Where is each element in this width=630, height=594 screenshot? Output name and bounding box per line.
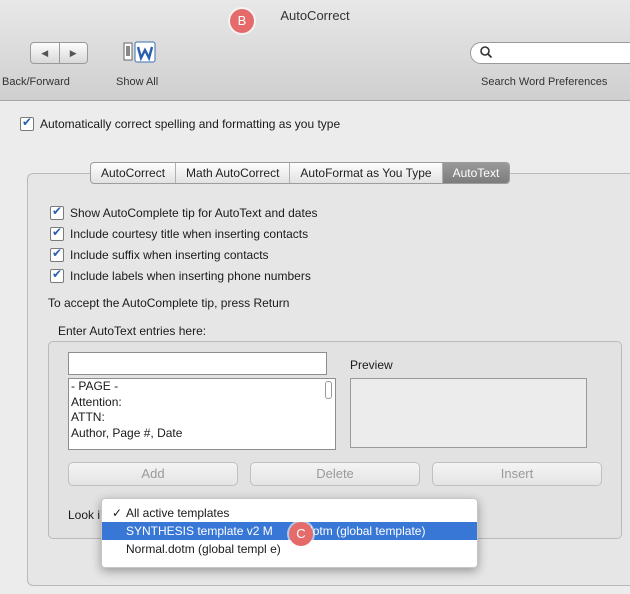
option-label: Show AutoComplete tip for AutoText and d…: [70, 205, 318, 220]
checkbox-icon[interactable]: [50, 267, 64, 283]
option-include-courtesy-title[interactable]: Include courtesy title when inserting co…: [50, 223, 318, 244]
show-all-label[interactable]: Show All: [116, 76, 158, 88]
tab-bar: AutoCorrect Math AutoCorrect AutoFormat …: [90, 162, 511, 184]
checkmark-icon: ✓: [112, 506, 123, 520]
menu-item-normal-dotm[interactable]: Normal.dotm (global templ e): [102, 540, 477, 558]
add-button[interactable]: Add: [68, 462, 238, 486]
look-in-label: Look i: [68, 508, 101, 522]
back-arrow-icon[interactable]: ◀: [31, 43, 60, 63]
menu-item-label: All active templates: [126, 506, 230, 520]
scrollbar[interactable]: [325, 381, 332, 399]
checkbox-icon[interactable]: [50, 225, 64, 241]
list-item[interactable]: ATTN:: [69, 410, 335, 426]
option-label: Include labels when inserting phone numb…: [70, 268, 311, 283]
autocomplete-hint: To accept the AutoComplete tip, press Re…: [48, 296, 290, 310]
delete-button[interactable]: Delete: [250, 462, 420, 486]
tab-autoformat-as-you-type[interactable]: AutoFormat as You Type: [290, 163, 443, 183]
search-label: Search Word Preferences: [481, 76, 608, 88]
menu-item-label: Normal.dotm (global templ: [126, 542, 267, 556]
autotext-entry-input[interactable]: [68, 352, 327, 375]
list-item[interactable]: - PAGE -: [69, 379, 335, 395]
marker-b: B: [230, 9, 254, 33]
auto-correct-master-option[interactable]: Automatically correct spelling and forma…: [20, 115, 341, 131]
menu-item-all-active-templates[interactable]: ✓ All active templates: [102, 504, 477, 522]
option-include-suffix[interactable]: Include suffix when inserting contacts: [50, 244, 318, 265]
menu-item-label-tail: e): [270, 542, 281, 556]
window-title: AutoCorrect: [280, 8, 350, 23]
back-forward-control[interactable]: ◀ ▶: [30, 42, 88, 64]
option-include-labels[interactable]: Include labels when inserting phone numb…: [50, 265, 318, 286]
preview-label: Preview: [350, 358, 393, 372]
list-item[interactable]: Attention:: [69, 395, 335, 411]
marker-c: C: [289, 522, 313, 546]
forward-arrow-icon[interactable]: ▶: [60, 43, 88, 63]
tab-autocorrect[interactable]: AutoCorrect: [91, 163, 177, 183]
preview-box: [350, 378, 587, 448]
tab-autotext[interactable]: AutoText: [442, 163, 510, 183]
search-input[interactable]: [470, 42, 630, 64]
back-forward-label: Back/Forward: [2, 76, 70, 88]
show-all-icon[interactable]: [122, 40, 158, 64]
checkbox-icon[interactable]: [50, 204, 64, 220]
option-label: Include courtesy title when inserting co…: [70, 226, 309, 241]
insert-button[interactable]: Insert: [432, 462, 602, 486]
menu-item-label: SYNTHESIS template v2 M: [126, 524, 273, 538]
menu-item-label-tail: dotm (global template): [306, 524, 426, 538]
entries-label: Enter AutoText entries here:: [58, 324, 207, 338]
checkbox-icon[interactable]: [50, 246, 64, 262]
autotext-entries-list[interactable]: - PAGE - Attention: ATTN: Author, Page #…: [68, 378, 336, 450]
tab-math-autocorrect[interactable]: Math AutoCorrect: [176, 163, 291, 183]
search-icon: [480, 46, 493, 59]
option-show-autocomplete-tip[interactable]: Show AutoComplete tip for AutoText and d…: [50, 202, 318, 223]
checkbox-icon[interactable]: [20, 115, 34, 131]
option-label: Include suffix when inserting contacts: [70, 247, 269, 262]
autotext-options: Show AutoComplete tip for AutoText and d…: [50, 202, 318, 286]
list-item[interactable]: Author, Page #, Date: [69, 426, 335, 442]
master-option-label: Automatically correct spelling and forma…: [40, 117, 341, 131]
toolbar: AutoCorrect ◀ ▶ Back/Forward Show All Se…: [0, 0, 630, 101]
